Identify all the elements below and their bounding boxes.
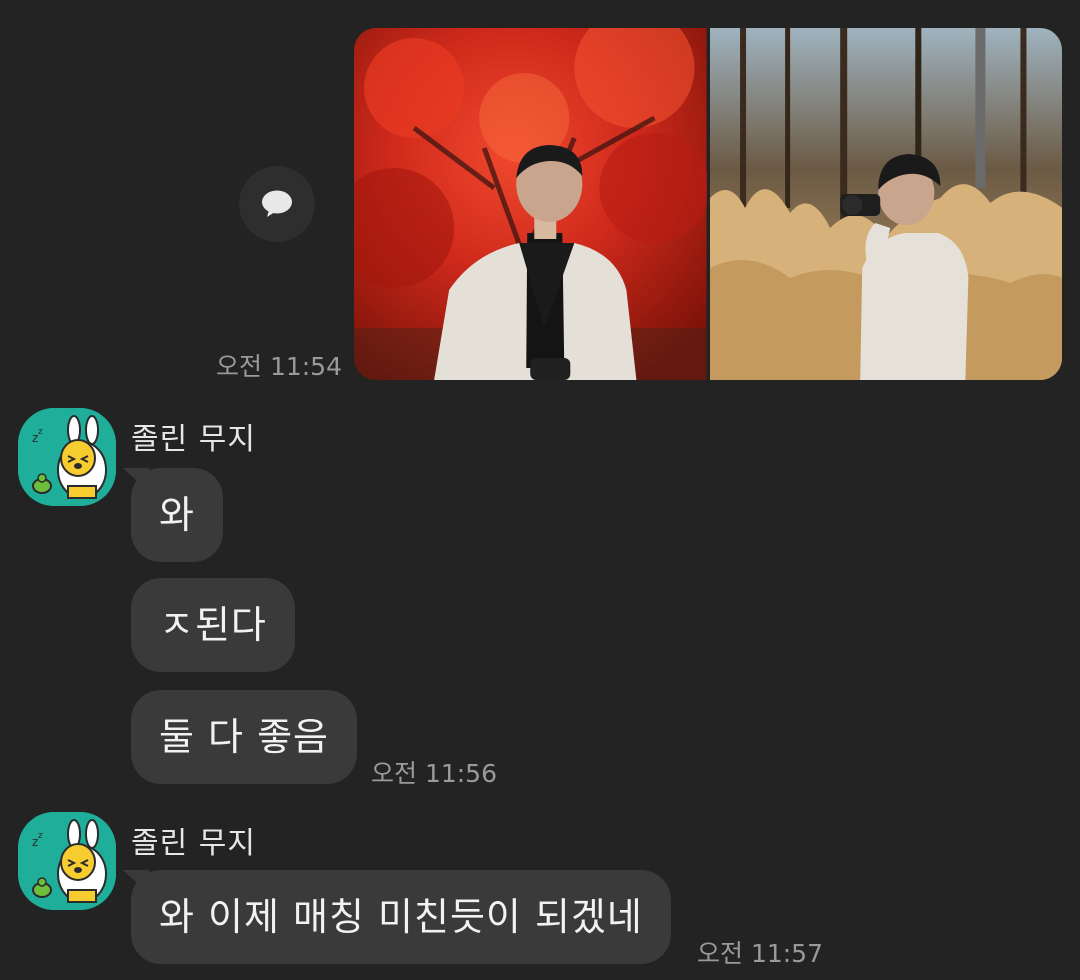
message-bubble[interactable]: 와	[131, 468, 223, 562]
sender-name: 졸린 무지	[131, 826, 256, 861]
sender-avatar[interactable]: z z	[18, 812, 116, 910]
chat-screen: 오전 11:54 z z 졸린 무지 와 ㅈ된다 둘 다 좋음 오전 11:56…	[0, 0, 1080, 980]
photo-message	[354, 28, 1062, 380]
message-timestamp: 오전 11:57	[697, 939, 823, 968]
photo-pampas-grass[interactable]	[709, 28, 1062, 380]
chat-bubble-icon	[262, 190, 292, 217]
red-maple-photo-image	[354, 28, 707, 380]
svg-text:z: z	[38, 831, 43, 841]
sender-avatar[interactable]: z z	[18, 408, 116, 506]
sender-name: 졸린 무지	[131, 422, 256, 457]
message-bubble[interactable]: ㅈ된다	[131, 578, 295, 672]
muzi-sleepy-avatar-icon: z z	[18, 408, 116, 506]
share-button[interactable]	[239, 166, 315, 242]
photo-timestamp: 오전 11:54	[216, 352, 342, 381]
muzi-sleepy-avatar-icon: z z	[18, 812, 116, 910]
message-bubble[interactable]: 둘 다 좋음	[131, 690, 357, 784]
message-bubble[interactable]: 와 이제 매칭 미친듯이 되겠네	[131, 870, 671, 964]
svg-text:z: z	[38, 427, 43, 437]
message-timestamp: 오전 11:56	[371, 759, 497, 788]
photo-red-maple[interactable]	[354, 28, 707, 380]
pampas-grass-photo-image	[709, 28, 1062, 380]
